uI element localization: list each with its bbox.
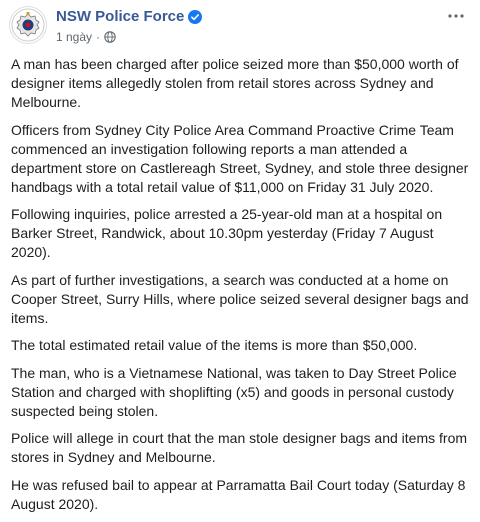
post-paragraph: Following inquiries, police arrested a 2… — [11, 206, 443, 260]
post-paragraph: Police will allege in court that the man… — [11, 430, 468, 465]
post-paragraph: As part of further investigations, a sea… — [11, 271, 469, 326]
post-meta: 1 ngày · — [56, 30, 116, 44]
post-paragraph: The total estimated retail value of the … — [11, 337, 418, 353]
avatar[interactable] — [9, 6, 47, 44]
globe-icon — [104, 31, 116, 43]
post-paragraph: A man has been charged after police seiz… — [11, 56, 459, 110]
more-options-button[interactable] — [446, 8, 466, 24]
verified-badge-icon — [188, 10, 202, 24]
nsw-police-logo-icon — [11, 8, 45, 42]
post-paragraph: He was refused bail to appear at Parrama… — [11, 476, 466, 512]
post-paragraph: The man, who is a Vietnamese National, w… — [11, 364, 457, 419]
facebook-post: NSW Police Force 1 ngày · A man has been… — [0, 0, 480, 512]
more-options-icon — [448, 14, 464, 18]
post-paragraph: Officers from Sydney City Police Area Co… — [11, 121, 469, 195]
meta-separator: · — [96, 30, 101, 44]
page-name-link[interactable]: NSW Police Force — [56, 8, 184, 25]
post-body: A man has been charged after police seiz… — [11, 55, 473, 522]
post-timestamp[interactable]: 1 ngày — [56, 30, 92, 44]
post-header: NSW Police Force 1 ngày · — [0, 0, 480, 52]
